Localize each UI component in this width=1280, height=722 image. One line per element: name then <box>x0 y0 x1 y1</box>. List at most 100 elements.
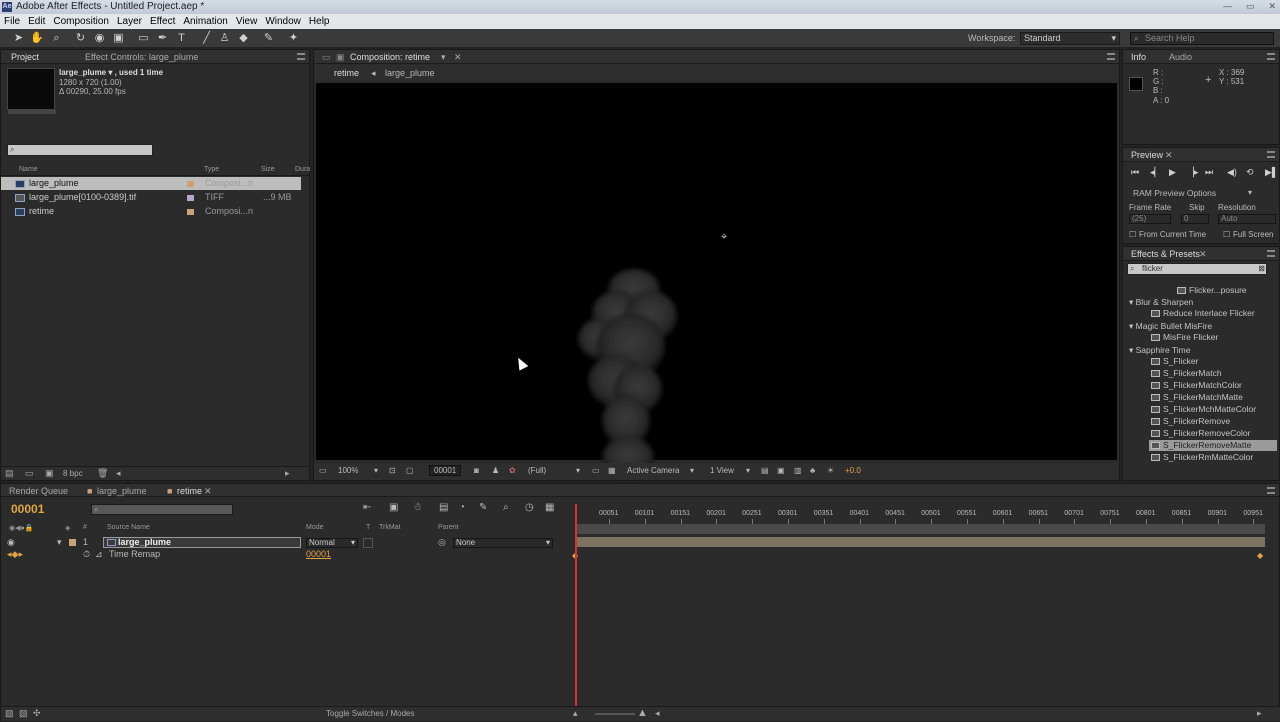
panel-menu-icon[interactable] <box>1267 53 1275 60</box>
chevron-down-icon[interactable]: ▾ <box>441 52 446 63</box>
pickwhip-icon[interactable]: ◎ <box>438 537 446 548</box>
fast-previews-icon[interactable]: ▣ <box>777 466 785 475</box>
skip-dropdown[interactable]: 0 <box>1181 214 1209 224</box>
minimize-icon[interactable]: — <box>1223 1 1232 12</box>
chevron-down-icon[interactable]: ▾ <box>690 466 694 475</box>
workspace-dropdown[interactable]: Standard ▾ <box>1020 32 1120 45</box>
lock-icon[interactable]: ▭ <box>322 52 331 63</box>
keyframe-nav-icon[interactable]: ◂◆▸ <box>7 549 23 560</box>
clone-stamp-tool-icon[interactable]: ♙ <box>218 32 231 45</box>
close-tab-icon[interactable]: ✕ <box>1165 150 1173 161</box>
ram-preview-icon[interactable]: ▶▌ <box>1265 168 1278 177</box>
roto-brush-tool-icon[interactable]: ✎ <box>262 32 275 45</box>
menu-window[interactable]: Window <box>261 14 305 29</box>
draft-3d-icon[interactable]: ▣ <box>389 502 398 513</box>
close-tab-icon[interactable]: ✕ <box>454 52 462 63</box>
close-tab-icon[interactable]: ✕ <box>204 486 212 497</box>
mini-flowchart-icon[interactable]: ⇤ <box>363 502 371 513</box>
puppet-tool-icon[interactable]: ✦ <box>287 32 300 45</box>
pan-behind-tool-icon[interactable]: ▣ <box>112 32 125 45</box>
tab-info[interactable]: Info <box>1131 52 1146 62</box>
panel-menu-icon[interactable] <box>1107 53 1115 60</box>
camera-dropdown[interactable]: Active Camera <box>627 466 679 475</box>
tab-effect-controls[interactable]: Effect Controls: large_plume <box>85 52 198 62</box>
chevron-down-icon[interactable]: ▾ <box>374 466 378 475</box>
exposure-value[interactable]: +0.0 <box>845 466 861 475</box>
always-preview-icon[interactable]: ▭ <box>319 466 327 475</box>
reset-exposure-icon[interactable]: ☀ <box>827 466 834 475</box>
in-out-icon[interactable]: ✣ <box>33 709 43 718</box>
menu-layer[interactable]: Layer <box>113 14 146 29</box>
effects-category[interactable]: ▾ Magic Bullet MisFire <box>1129 321 1212 332</box>
full-screen-checkbox[interactable]: ☐ <box>1223 230 1230 239</box>
time-remap-row[interactable]: ◂◆▸ ⏱ ⊿ Time Remap 00001 <box>1 549 569 561</box>
blend-mode-dropdown[interactable]: Normal ▾ <box>306 538 358 548</box>
panel-menu-icon[interactable] <box>1267 487 1275 494</box>
next-frame-icon[interactable]: ▕▸ <box>1187 168 1198 177</box>
effect-item[interactable]: S_FlickerRmMatteColor <box>1149 452 1277 463</box>
pen-tool-icon[interactable]: ✒ <box>156 32 169 45</box>
project-row[interactable]: retime Composi...n <box>1 205 301 218</box>
from-current-time-checkbox[interactable]: ☐ <box>1129 230 1136 239</box>
magnification-dropdown[interactable]: 100% <box>338 466 358 475</box>
label-color-swatch[interactable] <box>187 181 194 187</box>
chevron-down-icon[interactable]: ▾ <box>1248 188 1252 197</box>
selection-tool-icon[interactable]: ➤ <box>12 32 25 45</box>
tab-audio[interactable]: Audio <box>1169 52 1192 62</box>
parent-dropdown[interactable]: None ▾ <box>453 538 553 548</box>
scroll-left-icon[interactable]: ◂ <box>116 469 126 478</box>
menu-animation[interactable]: Animation <box>179 14 231 29</box>
tab-project[interactable]: Project <box>11 52 39 62</box>
play-icon[interactable]: ▶ <box>1169 168 1179 177</box>
effect-item[interactable]: S_Flicker <box>1149 356 1277 367</box>
tab-preview[interactable]: Preview <box>1131 150 1163 160</box>
menu-help[interactable]: Help <box>305 14 334 29</box>
time-remap-value[interactable]: 00001 <box>306 549 331 559</box>
effect-item[interactable]: S_FlickerMatch <box>1149 368 1277 379</box>
resolution-dropdown[interactable]: Auto <box>1218 214 1276 224</box>
close-icon[interactable]: ✕ <box>1268 1 1276 12</box>
scroll-right-icon[interactable]: ▸ <box>285 469 295 478</box>
zoom-slider[interactable] <box>595 713 635 722</box>
visibility-eye-icon[interactable]: ◉ <box>7 537 15 548</box>
tab-retime[interactable]: retime <box>177 486 202 496</box>
zoom-tool-icon[interactable]: ⌕ <box>50 32 63 45</box>
flowchart-icon[interactable]: ♣ <box>810 466 815 475</box>
col-name[interactable]: Name <box>19 166 38 173</box>
stopwatch-icon[interactable]: ⏱ <box>83 549 90 560</box>
timeline-toggle-icon[interactable]: ▦ <box>545 502 554 513</box>
current-time-indicator[interactable] <box>575 504 577 719</box>
effects-category[interactable]: ▾ Sapphire Time <box>1129 345 1190 356</box>
panel-menu-icon[interactable] <box>1267 250 1275 257</box>
effect-item-selected[interactable]: S_FlickerRemoveMatte <box>1149 440 1277 451</box>
keyframe-end-icon[interactable]: ◆ <box>1257 551 1263 560</box>
menu-view[interactable]: View <box>232 14 262 29</box>
layer-switches-icon[interactable]: ▧ <box>5 709 15 718</box>
new-folder-icon[interactable]: ▭ <box>25 469 35 478</box>
transfer-controls-icon[interactable]: ▨ <box>19 709 29 718</box>
panel-menu-icon[interactable] <box>297 53 305 60</box>
transparency-grid-icon[interactable]: ▦ <box>608 466 616 475</box>
first-frame-icon[interactable]: ⏮ <box>1131 168 1141 177</box>
scroll-right-icon[interactable]: ▸ <box>1257 709 1267 718</box>
layer-name-field[interactable]: large_plume <box>103 537 301 548</box>
scroll-left-icon[interactable]: ◂ <box>655 709 665 718</box>
layer-duration-bar[interactable] <box>577 537 1265 547</box>
text-tool-icon[interactable]: T <box>175 32 188 45</box>
project-row[interactable]: large_plume Composi...n <box>1 177 301 190</box>
effect-item[interactable]: S_FlickerMatchColor <box>1149 380 1277 391</box>
graph-icon[interactable]: ⊿ <box>95 549 103 560</box>
tab-large-plume[interactable]: large_plume <box>97 486 147 496</box>
region-of-interest-icon[interactable]: ▭ <box>592 466 600 475</box>
show-snapshot-icon[interactable]: ♟ <box>492 466 499 475</box>
col-source-name[interactable]: Source Name <box>107 524 150 531</box>
project-item-name[interactable]: large_plume ▾ , used 1 time <box>59 68 163 77</box>
trkmat-box[interactable] <box>363 538 373 548</box>
toggle-switches-modes[interactable]: Toggle Switches / Modes <box>326 709 446 718</box>
effect-item[interactable]: S_FlickerMchMatteColor <box>1149 404 1277 415</box>
last-frame-icon[interactable]: ⏭ <box>1205 168 1215 177</box>
zoom-out-icon[interactable]: ▴ <box>573 709 583 718</box>
layer-row[interactable]: ◉ ▾ 1 large_plume Normal ▾ ◎ None ▾ <box>1 537 569 549</box>
trash-icon[interactable]: 🗑 <box>97 469 108 478</box>
timeline-icon[interactable]: ▥ <box>794 466 802 475</box>
